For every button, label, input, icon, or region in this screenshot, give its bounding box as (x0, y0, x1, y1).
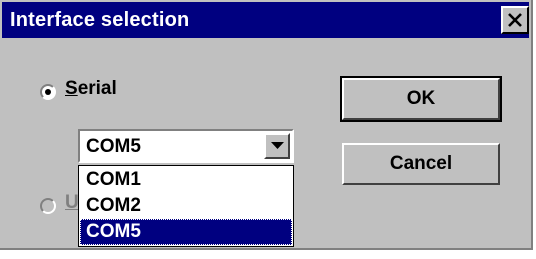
chevron-down-icon (271, 142, 284, 149)
serial-label-rest: erial (77, 78, 117, 99)
cancel-button-label: Cancel (389, 153, 453, 174)
serial-radio[interactable] (40, 84, 56, 100)
list-item[interactable]: COM2 (80, 193, 292, 219)
title-bar[interactable]: Interface selection (2, 2, 529, 38)
radio-selected-dot (45, 89, 51, 95)
port-combobox[interactable]: COM5 (78, 129, 294, 163)
close-button[interactable] (501, 6, 529, 34)
port-dropdown-list: COM1 COM2 COM5 (78, 165, 294, 247)
list-item[interactable]: COM1 (80, 167, 292, 193)
interface-selection-dialog: Interface selection Serial U OK Cancel C… (0, 0, 533, 250)
ok-button-label: OK (406, 88, 436, 109)
dialog-title: Interface selection (10, 9, 190, 31)
other-label[interactable]: U (65, 192, 79, 214)
ok-button[interactable]: OK (340, 76, 502, 122)
other-radio[interactable] (40, 198, 56, 214)
other-label-accelerator: U (65, 192, 79, 213)
serial-label-accelerator: S (65, 78, 78, 99)
serial-label[interactable]: Serial (65, 78, 117, 100)
close-icon (508, 13, 522, 27)
list-item-selected[interactable]: COM5 (80, 219, 292, 245)
combo-dropdown-button[interactable] (264, 133, 290, 159)
cancel-button[interactable]: Cancel (342, 143, 500, 185)
combo-current-value: COM5 (86, 136, 141, 157)
